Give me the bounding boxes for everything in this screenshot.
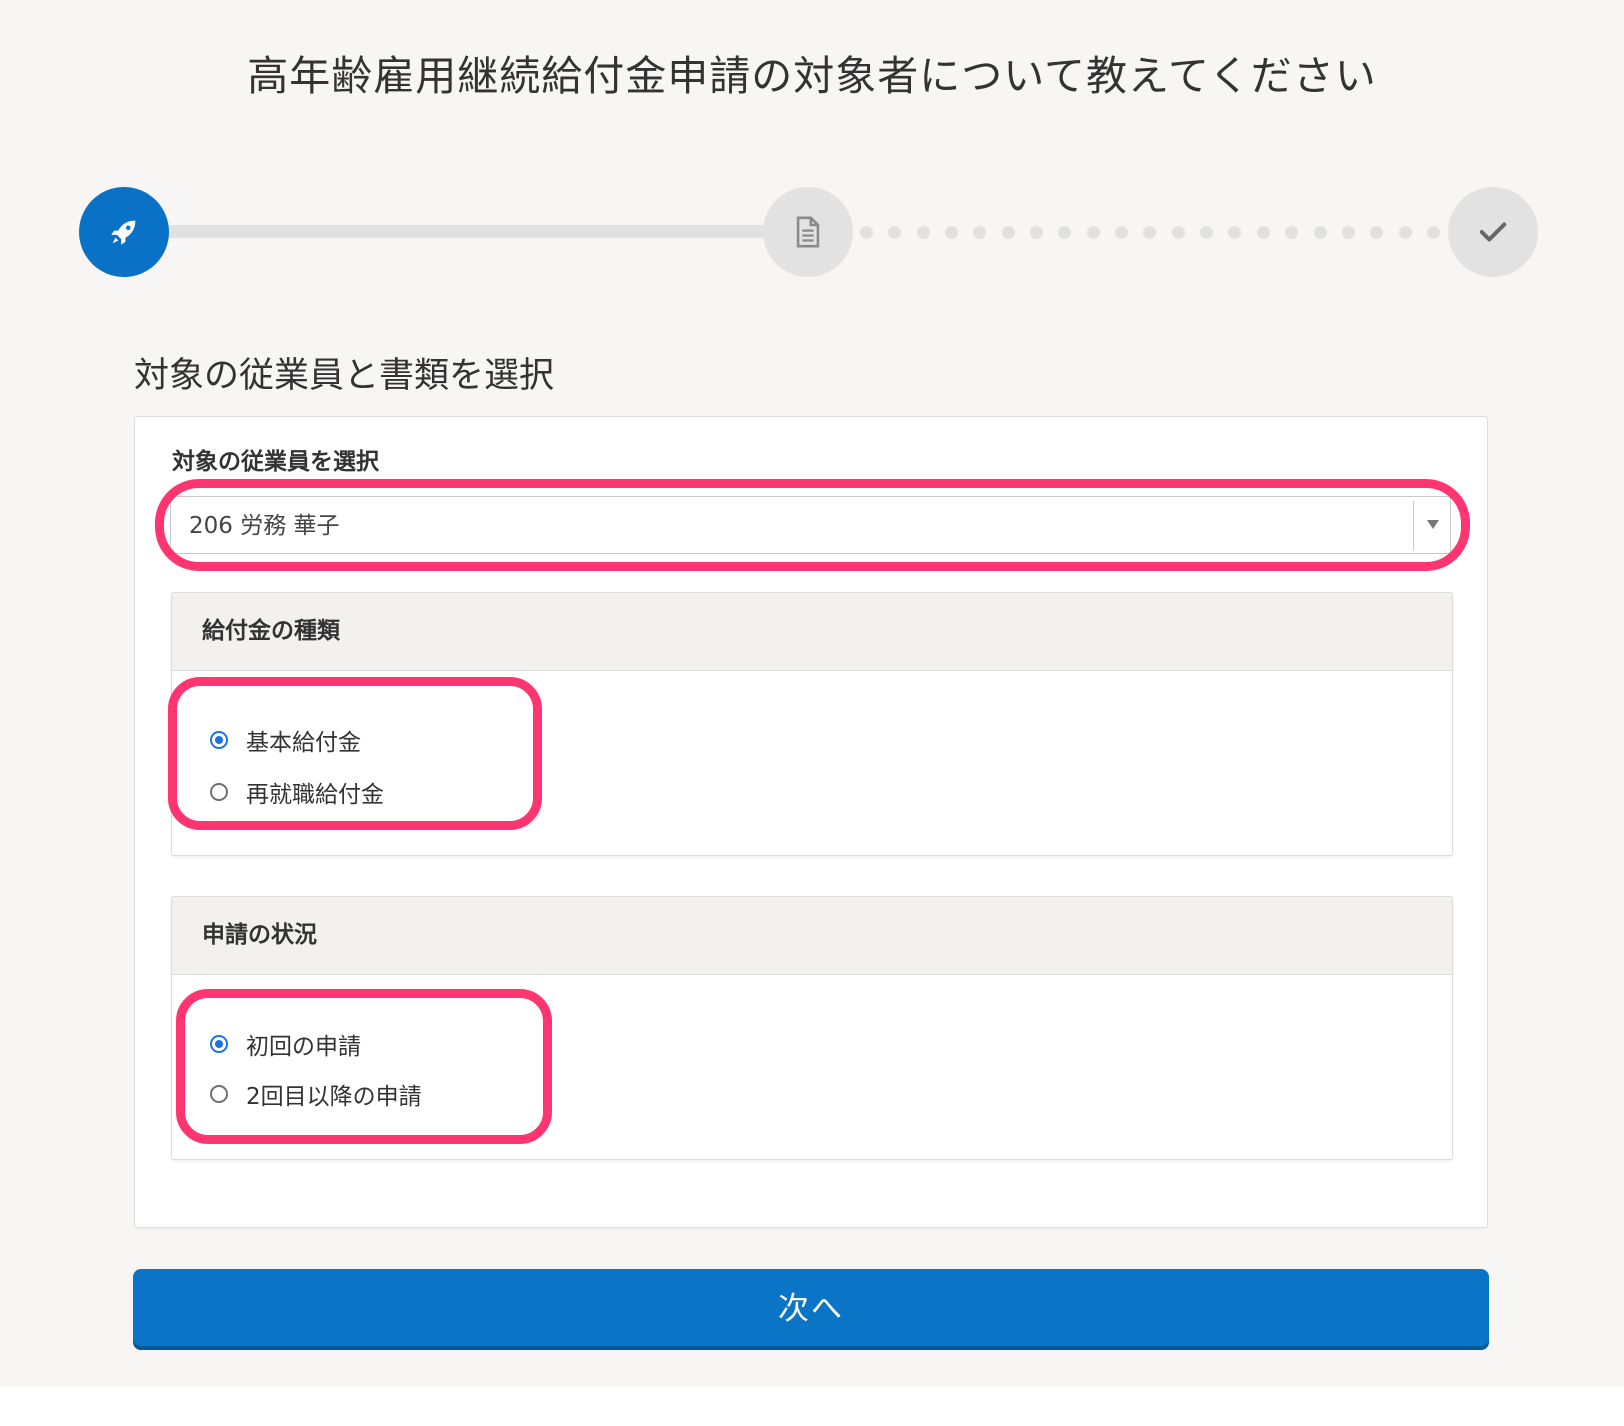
section-heading: 対象の従業員と書類を選択 [134, 356, 555, 396]
document-icon [796, 216, 820, 248]
progress-track-completed [125, 225, 810, 238]
application-status-title: 申請の状況 [172, 897, 1452, 975]
highlight-application-status-options [176, 989, 552, 1144]
highlight-benefit-type-options [168, 677, 542, 830]
highlight-employee-select [155, 479, 1470, 571]
employee-select-label: 対象の従業員を選択 [172, 449, 379, 475]
next-button[interactable]: 次へ [133, 1269, 1489, 1350]
rocket-icon [111, 220, 136, 245]
checkmark-icon [1479, 222, 1507, 242]
step-3-complete [1448, 187, 1538, 277]
page-title: 高年齢雇用継続給付金申請の対象者について教えてください [247, 52, 1377, 100]
benefit-type-title: 給付金の種類 [172, 593, 1452, 671]
step-1-start [79, 187, 169, 277]
progress-track-pending [860, 225, 1440, 239]
step-2-documents [763, 187, 853, 277]
